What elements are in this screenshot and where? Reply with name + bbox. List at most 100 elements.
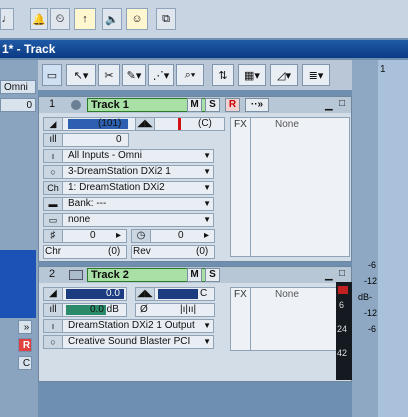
track-1-channel-row[interactable]: Ch 1: DreamStation DXi2 ▼ [43, 181, 214, 195]
zoom-tool[interactable]: ⌕▾ [176, 64, 204, 86]
snap-tool[interactable]: ⇅ [212, 64, 234, 86]
chorus-label: Chr [45, 246, 62, 257]
omni-field[interactable]: Omni [0, 80, 36, 94]
reverb-label: Rev [133, 246, 151, 257]
track-1-reverb-row[interactable]: Rev (0) [131, 245, 215, 259]
draw-tool[interactable]: ✎▾ [122, 64, 146, 86]
track-1-trim-row[interactable]: ıll 0 [43, 133, 129, 147]
patch-icon: ▭ [44, 214, 63, 226]
spin-icon: ▸ [116, 230, 122, 241]
track-1-record[interactable]: R [225, 98, 240, 112]
output-icon: ○ [44, 166, 63, 178]
track-1-trim: 0 [116, 134, 122, 145]
minimize-icon[interactable]: ▁ [325, 270, 333, 281]
arrow-up-button[interactable]: ↑ [74, 8, 96, 30]
left-value: 0 [0, 98, 36, 112]
volume-icon: ◢ [44, 118, 63, 130]
track-1-header: 1 Track 1 M S R ··» ▁ □ [39, 97, 351, 113]
track-1-output-row[interactable]: ○ 3-DreamStation DXi2 1 ▼ [43, 165, 214, 179]
track-1-input-row[interactable]: ı All Inputs - Omni ▼ [43, 149, 214, 163]
metronome-button[interactable]: ⏲ [50, 8, 70, 30]
spin-icon: ▸ [204, 230, 210, 241]
track-1-pan-row[interactable]: ◢◣ (C) [135, 117, 225, 131]
db-label: -12 [364, 276, 378, 286]
track-1-patch-row[interactable]: ▭ none ▼ [43, 213, 214, 227]
timeline-marker: 1 [380, 64, 386, 75]
clip-indicator [338, 286, 348, 294]
list-tool[interactable]: ≣▾ [302, 64, 330, 86]
window-title: 1* - Track [0, 40, 408, 58]
select-tool[interactable]: ▭ [42, 64, 62, 86]
left-arrow-button[interactable]: » [18, 320, 32, 334]
track-2-trim-row[interactable]: ıll 0.0 dB [43, 303, 127, 317]
track-2-header: 2 Track 2 M S ▁ □ [39, 267, 351, 283]
track-2-pan-row[interactable]: ◢◣ C [135, 287, 215, 301]
track-2-type-icon [69, 270, 83, 280]
fx-label: FX [234, 119, 247, 130]
left-blue-panel [0, 250, 36, 318]
fx-none: None [275, 119, 299, 130]
track-1-output: 3-DreamStation DXi2 1 [68, 166, 171, 177]
input-icon: ○ [44, 336, 63, 348]
track-1-key-row[interactable]: ♯ 0 ▸ [43, 229, 127, 243]
minimize-icon[interactable]: ▁ [325, 100, 333, 111]
copy-button[interactable]: ⧉ [156, 8, 176, 30]
dropdown-icon: ▼ [203, 167, 211, 176]
smart-tool[interactable]: ⋰▾ [148, 64, 174, 86]
scissors-tool[interactable]: ✂ [98, 64, 120, 86]
maximize-icon[interactable]: □ [339, 268, 345, 279]
track-2-solo[interactable]: S [205, 268, 220, 282]
track-1-channel: 1: DreamStation DXi2 [68, 182, 165, 193]
track-1-key: 0 [90, 230, 96, 241]
db-label: -12 [364, 308, 378, 318]
grid-tool[interactable]: ▦▾ [238, 64, 266, 86]
pan-icon: ◢◣ [136, 288, 155, 300]
track-1-input-echo[interactable]: ··» [245, 98, 269, 112]
track-2-pan: C [200, 288, 208, 299]
track-2-phase-row[interactable]: Ø |ı|ıı| [135, 303, 215, 317]
trim-icon: ıll [44, 134, 63, 146]
meter-tick: 24 [337, 324, 348, 334]
track-2-pan-fill [158, 289, 198, 299]
track-2: 2 Track 2 M S ▁ □ ◢ 0.0 ◢◣ C ıll 0.0 dB … [38, 266, 352, 382]
track-1-fx-bin[interactable]: FX None [230, 117, 350, 257]
smiley-button[interactable]: ☺ [126, 8, 148, 30]
track-2-volume: 0.0 [106, 288, 120, 299]
track-1-chorus: (0) [108, 246, 121, 257]
volume-tool[interactable]: ◿▾ [270, 64, 298, 86]
track-2-input-row[interactable]: ○ Creative Sound Blaster PCI ▼ [43, 335, 214, 349]
track-1-bank: Bank: --- [68, 198, 107, 209]
maximize-icon[interactable]: □ [339, 98, 345, 109]
track-2-input: Creative Sound Blaster PCI [68, 336, 191, 347]
track-1-solo[interactable]: S [205, 98, 220, 112]
dropdown-icon: ▼ [203, 151, 211, 160]
speaker-button[interactable]: 🔈 [102, 8, 122, 30]
dropdown-icon: ▼ [203, 215, 211, 224]
track-1-shift: 0 [178, 230, 184, 241]
track-2-phase: Ø [140, 304, 148, 315]
track-2-volume-row[interactable]: ◢ 0.0 [43, 287, 127, 301]
track-1-mute[interactable]: M [187, 98, 202, 112]
left-r-button[interactable]: R [18, 338, 32, 352]
track-toolstrip: ▭ ↖▾ ✂ ✎▾ ⋰▾ ⌕▾ ⇅ ▦▾ ◿▾ ≣▾ [38, 60, 378, 90]
timeline-area [378, 60, 408, 417]
track-2-mute[interactable]: M [187, 268, 202, 282]
track-1-shift-row[interactable]: ◷ 0 ▸ [131, 229, 215, 243]
track-2-trim: 0.0 dB [90, 304, 119, 315]
track-2-fx-bin[interactable]: FX None [230, 287, 350, 351]
bank-icon: ▬ [44, 198, 63, 210]
db-label: dB- [358, 292, 373, 302]
fx-divider [250, 288, 251, 350]
note-button[interactable]: ♩ [0, 8, 14, 30]
track-2-output-row[interactable]: ı DreamStation DXi2 1 Output ▼ [43, 319, 214, 333]
bell-button[interactable]: 🔔 [30, 8, 48, 30]
input-icon: ı [44, 150, 63, 162]
arrow-tool[interactable]: ↖▾ [66, 64, 96, 86]
db-label: -6 [368, 324, 377, 334]
track-1-chorus-row[interactable]: Chr (0) [43, 245, 127, 259]
channel-label: Ch [44, 182, 63, 194]
pan-icon: ◢◣ [136, 118, 155, 130]
waveform-icon: |ı|ıı| [180, 304, 197, 315]
track-1-bank-row[interactable]: ▬ Bank: --- ▼ [43, 197, 214, 211]
track-2-output: DreamStation DXi2 1 Output [68, 320, 195, 331]
